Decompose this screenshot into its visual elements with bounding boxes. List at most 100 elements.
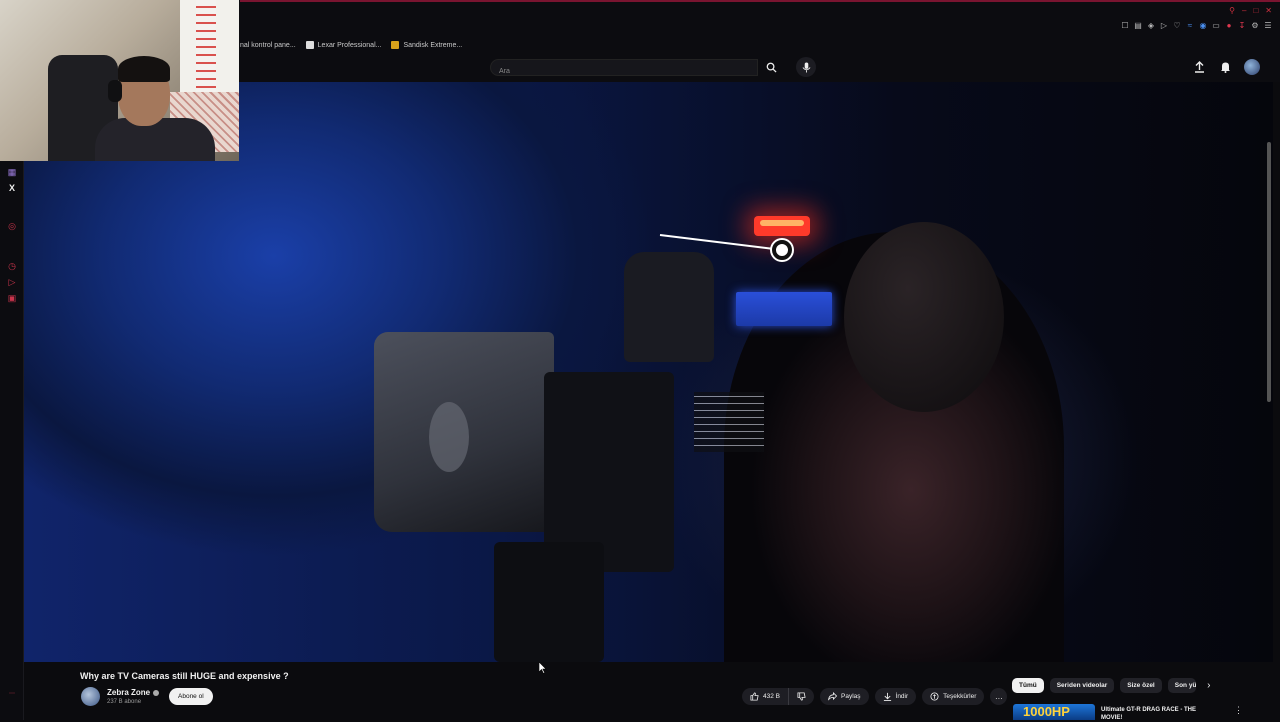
subscribe-button[interactable]: Abone ol [169,688,213,705]
upload-icon [1194,61,1204,73]
profile-icon[interactable]: ● [1225,22,1233,30]
lexar-icon [305,41,314,49]
like-count: 432 B [763,693,780,700]
channel-name[interactable]: Zebra Zone [107,688,160,697]
tripod [494,542,604,662]
download-label: İndir [895,693,909,700]
video-info: Why are TV Cameras still HUGE and expens… [24,662,1280,721]
video-title: Why are TV Cameras still HUGE and expens… [80,671,289,681]
extensions-bar: ☐ ▤ ◈ ▷ ♡ ≈ ◉ ▭ ● ↧ ⚙ ☰ [1121,22,1272,30]
target-icon[interactable]: ◎ [6,220,18,232]
channel-name-text: Zebra Zone [107,688,151,697]
shield-icon[interactable]: ◈ [1147,22,1155,30]
clock-icon[interactable]: ◷ [6,260,18,272]
left-rail: ▦ X ◎ ◷ ▷ ▣ ⋯ [0,160,24,720]
voice-search-button[interactable] [796,57,816,77]
bell-icon [1220,62,1230,73]
play-icon[interactable]: ▷ [1160,22,1168,30]
channel-avatar[interactable] [81,687,100,706]
tag-icon[interactable]: ▷ [6,276,18,288]
camera-viewfinder [624,252,714,362]
chip-recent[interactable]: Son yü [1167,678,1196,693]
reader-icon[interactable]: ▤ [1134,22,1142,30]
maximize-button[interactable]: □ [1253,6,1258,15]
search-icon [766,62,777,73]
bookmark-sandisk[interactable]: Sandisk Extreme... [391,41,462,49]
mouse-cursor-icon [539,662,547,674]
chevron-right-icon[interactable]: › [1202,679,1216,693]
x-icon[interactable]: X [6,182,18,194]
bookmark-label: nal kontrol pane... [240,41,296,49]
thumbs-down-icon [797,692,806,701]
minimize-button[interactable]: – [1242,6,1246,15]
search-box[interactable] [490,59,758,79]
thanks-button[interactable]: Teşekkürler [922,688,985,705]
thanks-label: Teşekkürler [943,693,977,700]
sandisk-icon [391,41,400,49]
tally-light [754,216,810,236]
thumbs-up-icon [750,692,759,701]
related-filter-chips: Tümü Seriden videolar Size özel Son yü › [1012,678,1216,693]
share-icon [828,692,837,701]
annotation-line [659,234,784,252]
bookmark-lexar[interactable]: Lexar Professional... [305,41,382,49]
close-button[interactable]: ✕ [1265,6,1272,15]
bookmarks-bar: nal kontrol pane... Lexar Professional..… [240,38,462,52]
more-rail-icon[interactable]: ⋯ [6,688,18,700]
recommended-menu-icon[interactable]: ⋮ [1234,705,1243,716]
bookmark-label: Lexar Professional... [317,41,382,49]
operator-head [844,222,1004,412]
heart-icon[interactable]: ♡ [1173,22,1181,30]
like-dislike-group: 432 B [742,688,814,705]
webcam-person-body [95,118,215,161]
upload-button[interactable] [1192,60,1206,74]
twitch-icon[interactable]: ▦ [6,166,18,178]
video-player[interactable] [24,82,1273,662]
recommended-video[interactable]: 1000HP Ultimate GT-R DRAG RACE - THE MOV… [1013,704,1263,721]
menu-icon[interactable]: ☰ [1264,22,1272,30]
share-label: Paylaş [841,693,861,700]
download-icon[interactable]: ↧ [1238,22,1246,30]
camera-lens [429,402,469,472]
camera-panel [694,392,764,452]
annotation-dot [772,240,792,260]
settings-icon[interactable]: ⚙ [1251,22,1259,30]
subscriber-count: 237 B abone [107,699,142,705]
recommended-thumbnail[interactable]: 1000HP [1013,704,1095,720]
webcam-person-hair [118,56,170,82]
search-input[interactable] [491,64,757,79]
header-actions [1192,59,1260,75]
accent-line [240,0,1280,2]
verified-icon [153,689,160,696]
download-button[interactable]: İndir [874,688,917,705]
video-frame[interactable] [24,82,1273,662]
video-actions: 432 B Paylaş İndir Teşekkürler … [742,688,1008,705]
chip-all[interactable]: Tümü [1012,678,1044,693]
notifications-button[interactable] [1218,60,1232,74]
search-tab-icon[interactable]: ⚲ [1229,6,1235,15]
dislike-button[interactable] [789,688,814,705]
search-button[interactable] [758,59,784,76]
account-avatar[interactable] [1244,59,1260,75]
webcam-headset [108,80,122,102]
bookmark-kontrol-panel[interactable]: nal kontrol pane... [240,42,296,49]
audio-wave-icon[interactable]: ≈ [1186,22,1194,30]
webcam-overlay [0,0,239,161]
instagram-icon[interactable]: ▣ [6,292,18,304]
scrollbar[interactable] [1267,142,1271,402]
like-button[interactable]: 432 B [742,688,789,705]
super-thanks-icon [930,692,939,701]
microphone-icon [802,62,810,72]
camera-screen [736,292,832,326]
more-actions-button[interactable]: … [990,688,1008,705]
chip-for-you[interactable]: Size özel [1120,678,1162,693]
chip-series[interactable]: Seriden videolar [1049,678,1115,693]
bookmark-label: Sandisk Extreme... [403,41,463,49]
extension-blue-icon[interactable]: ◉ [1199,22,1207,30]
share-button[interactable]: Paylaş [820,688,869,705]
window-controls: ⚲ – □ ✕ [1229,6,1272,15]
bookmark-star-icon[interactable]: ☐ [1121,22,1129,30]
download-icon [883,692,891,701]
youtube-header [240,52,1280,82]
puzzle-icon[interactable]: ▭ [1212,22,1220,30]
